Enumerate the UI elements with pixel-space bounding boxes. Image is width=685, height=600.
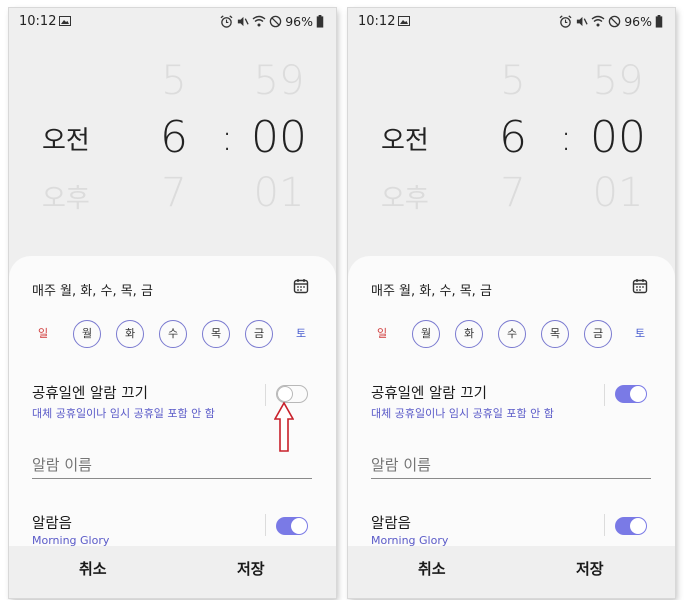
minute-selected[interactable]: 00: [586, 112, 650, 163]
alarm-name-input[interactable]: [371, 452, 651, 479]
holiday-off-toggle[interactable]: [276, 385, 308, 403]
holiday-off-title: 공휴일엔 알람 끄기: [371, 386, 487, 402]
divider: [265, 384, 266, 406]
toggle-knob: [630, 386, 646, 402]
status-icons: 96%: [220, 13, 324, 29]
ampm-option-pm[interactable]: 오후: [42, 178, 102, 215]
status-time: 10:12: [358, 14, 396, 29]
battery-percent: 96%: [624, 13, 652, 29]
mute-icon: [577, 16, 588, 26]
minute-selected[interactable]: 00: [247, 112, 311, 163]
status-time: 10:12: [19, 14, 57, 29]
day-wednesday[interactable]: 수: [159, 320, 187, 348]
do-not-disturb-icon: [269, 15, 282, 27]
time-separator: :: [560, 118, 573, 159]
alarm-sound-title[interactable]: 알람음: [371, 512, 411, 533]
day-sunday[interactable]: 일: [368, 320, 396, 348]
gallery-notification-icon: [59, 16, 71, 26]
day-monday[interactable]: 월: [412, 320, 440, 348]
day-thursday[interactable]: 목: [541, 320, 569, 348]
alarm-settings-card: 매주 월, 화, 수, 목, 금 일 월 화 수 목 금 토 공휴일엔 알람 끄…: [348, 256, 675, 547]
toggle-knob: [291, 518, 307, 534]
day-tuesday[interactable]: 화: [455, 320, 483, 348]
ampm-selected[interactable]: 오전: [42, 120, 102, 157]
ampm-selected[interactable]: 오전: [381, 120, 441, 157]
footer-actions: 취소 저장: [9, 546, 336, 598]
hour-next[interactable]: 7: [496, 170, 530, 216]
alarm-sound-toggle[interactable]: [276, 517, 308, 535]
hour-prev[interactable]: 5: [496, 58, 530, 104]
minute-next[interactable]: 01: [249, 170, 309, 216]
battery-icon: [655, 14, 663, 28]
toggle-knob: [277, 386, 293, 402]
hour-next[interactable]: 7: [157, 170, 191, 216]
time-separator: :: [221, 118, 234, 159]
cancel-button[interactable]: 취소: [79, 558, 107, 579]
day-friday[interactable]: 금: [584, 320, 612, 348]
alarm-edit-screen-after: 10:12 96% 오후 오전 5 6 7 : 59 00 01 매주 월, 화…: [348, 8, 675, 598]
status-icons: 96%: [559, 13, 663, 29]
hour-selected[interactable]: 6: [496, 112, 530, 163]
day-saturday[interactable]: 토: [287, 320, 315, 348]
alarm-edit-screen-before: 10:12 96% 오후 오전 5 6 7 : 59 00 01 매주 월, 화…: [9, 8, 336, 598]
repeat-summary: 매주 월, 화, 수, 목, 금: [371, 284, 492, 299]
day-saturday[interactable]: 토: [626, 320, 654, 348]
mute-icon: [238, 16, 249, 26]
status-bar: 10:12 96%: [348, 8, 675, 34]
save-button[interactable]: 저장: [237, 558, 265, 579]
battery-icon: [316, 14, 324, 28]
day-sunday[interactable]: 일: [29, 320, 57, 348]
save-button[interactable]: 저장: [576, 558, 604, 579]
gallery-notification-icon: [398, 16, 410, 26]
alarm-sound-toggle[interactable]: [615, 517, 647, 535]
day-monday[interactable]: 월: [73, 320, 101, 348]
cancel-button[interactable]: 취소: [418, 558, 446, 579]
holiday-off-subtitle: 대체 공휴일이나 임시 공휴일 포함 안 함: [32, 407, 215, 420]
alarm-sound-title[interactable]: 알람음: [32, 512, 72, 533]
battery-percent: 96%: [285, 13, 313, 29]
divider: [265, 514, 266, 536]
do-not-disturb-icon: [608, 15, 621, 27]
holiday-off-title: 공휴일엔 알람 끄기: [32, 386, 148, 402]
status-bar: 10:12 96%: [9, 8, 336, 34]
alarm-name-input[interactable]: [32, 452, 312, 479]
day-wednesday[interactable]: 수: [498, 320, 526, 348]
day-tuesday[interactable]: 화: [116, 320, 144, 348]
day-thursday[interactable]: 목: [202, 320, 230, 348]
minute-prev[interactable]: 59: [249, 58, 309, 104]
annotation-up-arrow-icon: [274, 402, 294, 452]
minute-prev[interactable]: 59: [588, 58, 648, 104]
hour-selected[interactable]: 6: [157, 112, 191, 163]
divider: [604, 384, 605, 406]
day-friday[interactable]: 금: [245, 320, 273, 348]
alarm-settings-card: 매주 월, 화, 수, 목, 금 일 월 화 수 목 금 토 공휴일엔 알람 끄…: [9, 256, 336, 547]
alarm-clock-icon: [220, 14, 233, 28]
wifi-icon: [252, 15, 266, 27]
wifi-icon: [591, 15, 605, 27]
calendar-icon[interactable]: [632, 278, 648, 294]
ampm-option-pm[interactable]: 오후: [381, 178, 441, 215]
holiday-off-toggle[interactable]: [615, 385, 647, 403]
divider: [604, 514, 605, 536]
minute-next[interactable]: 01: [588, 170, 648, 216]
footer-actions: 취소 저장: [348, 546, 675, 598]
toggle-knob: [630, 518, 646, 534]
alarm-clock-icon: [559, 14, 572, 28]
repeat-summary: 매주 월, 화, 수, 목, 금: [32, 284, 153, 299]
hour-prev[interactable]: 5: [157, 58, 191, 104]
calendar-icon[interactable]: [293, 278, 309, 294]
holiday-off-subtitle: 대체 공휴일이나 임시 공휴일 포함 안 함: [371, 407, 554, 420]
